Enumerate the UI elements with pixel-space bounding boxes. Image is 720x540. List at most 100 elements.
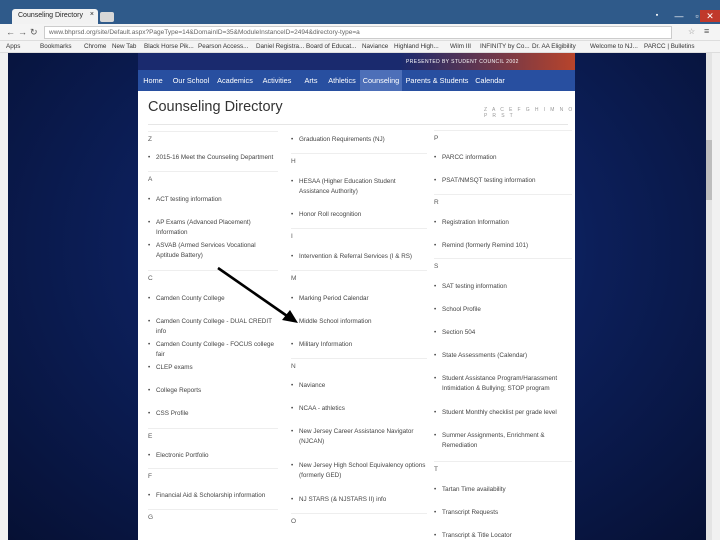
bookmark-item[interactable]: INFINITY by Co...: [480, 43, 530, 50]
menu-icon[interactable]: ≡: [704, 26, 709, 36]
directory-link[interactable]: • Marking Period Calendar: [291, 294, 427, 304]
section-divider: [291, 358, 427, 359]
nav-arts[interactable]: Arts: [298, 70, 324, 91]
bookmark-item[interactable]: Bookmarks: [40, 43, 72, 50]
directory-link[interactable]: • Section 504: [434, 328, 572, 338]
scrollbar-thumb[interactable]: [706, 140, 712, 200]
bookmark-star-icon[interactable]: ☆: [688, 27, 695, 36]
nav-home[interactable]: Home: [138, 70, 168, 91]
bullet-icon: •: [148, 318, 151, 325]
directory-link[interactable]: • ACT testing information: [148, 195, 278, 205]
nav-parents-students[interactable]: Parents & Students: [402, 70, 472, 91]
scrollbar[interactable]: [706, 53, 712, 540]
minimize-button[interactable]: —: [670, 10, 688, 22]
directory-link[interactable]: • SAT testing information: [434, 282, 572, 292]
directory-link-label: Student Assistance Program/Harassment In…: [442, 375, 558, 392]
bookmark-item[interactable]: Pearson Access...: [198, 43, 248, 50]
directory-link[interactable]: • State Assessments (Calendar): [434, 351, 572, 361]
bookmark-item[interactable]: Daniel Registra...: [256, 43, 304, 50]
directory-link[interactable]: • Military Information: [291, 340, 427, 350]
directory-link[interactable]: • Remind (formerly Remind 101): [434, 241, 572, 251]
nav-athletics[interactable]: Athletics: [324, 70, 360, 91]
directory-link[interactable]: • 2015-16 Meet the Counseling Department: [148, 153, 278, 163]
bullet-icon: •: [148, 154, 151, 161]
browser-tab-strip: Counseling Directory × ▪ — ▫ ✕: [0, 0, 720, 24]
section-letter: R: [434, 199, 439, 206]
bookmark-item[interactable]: Chrome: [84, 43, 106, 50]
directory-link-label: Tartan Time availability: [442, 486, 506, 493]
bookmark-item[interactable]: Welcome to NJ...: [590, 43, 638, 50]
bookmark-item[interactable]: New Tab: [112, 43, 136, 50]
nav-counseling[interactable]: Counseling: [360, 70, 402, 91]
directory-link[interactable]: • Electronic Portfolio: [148, 451, 278, 461]
directory-link[interactable]: • ASVAB (Armed Services Vocational Aptitu…: [148, 241, 278, 261]
directory-link[interactable]: • Student Assistance Program/Harassment I…: [434, 374, 572, 394]
bookmark-item[interactable]: Black Horse Pik...: [144, 43, 194, 50]
section-divider: [291, 228, 427, 229]
nav-activities[interactable]: Activities: [256, 70, 298, 91]
directory-link[interactable]: • New Jersey High School Equivalency opti…: [291, 461, 427, 481]
bookmark-item[interactable]: Wilm III: [450, 43, 471, 50]
bookmark-item[interactable]: Apps: [6, 43, 20, 50]
bullet-icon: •: [291, 178, 294, 185]
bullet-icon: •: [434, 154, 437, 161]
section-letter: I: [291, 233, 293, 240]
directory-link[interactable]: • AP Exams (Advanced Placement) Informati…: [148, 218, 278, 238]
directory-link[interactable]: • CLEP exams: [148, 363, 278, 373]
directory-link[interactable]: • Honor Roll recognition: [291, 210, 427, 220]
directory-link[interactable]: • School Profile: [434, 305, 572, 315]
bookmark-item[interactable]: Highland High...: [394, 43, 439, 50]
new-tab-button[interactable]: [100, 12, 114, 22]
bullet-icon: •: [148, 242, 151, 249]
bullet-icon: •: [434, 532, 437, 539]
left-gutter: [0, 53, 8, 540]
directory-link[interactable]: • Financial Aid & Scholarship information: [148, 491, 278, 501]
back-icon[interactable]: ←: [6, 27, 15, 37]
section-letter: F: [148, 473, 152, 480]
directory-link[interactable]: • NCAA - athletics: [291, 404, 427, 414]
directory-link[interactable]: • NJ STARS (& NJSTARS II) info: [291, 495, 427, 505]
directory-link[interactable]: • Transcript & Title Locator: [434, 531, 572, 540]
directory-link[interactable]: • Intervention & Referral Services (I & R…: [291, 252, 427, 262]
right-gutter: [712, 53, 720, 540]
bullet-icon: •: [291, 136, 294, 143]
alphabet-index[interactable]: Z A C E F G H I M N O P R S T: [484, 107, 575, 119]
tab-close-icon[interactable]: ×: [90, 11, 94, 18]
bookmark-item[interactable]: PARCC | Bulletins: [644, 43, 695, 50]
directory-link[interactable]: •Middle School information: [291, 317, 427, 327]
directory-link[interactable]: • Registration Information: [434, 218, 572, 228]
forward-icon[interactable]: →: [18, 27, 27, 37]
directory-link[interactable]: • College Reports: [148, 386, 278, 396]
directory-link[interactable]: • PARCC information: [434, 153, 572, 163]
bullet-icon: •: [291, 341, 294, 348]
close-window-button[interactable]: ✕: [700, 10, 720, 22]
directory-link[interactable]: • Naviance: [291, 381, 427, 391]
user-icon[interactable]: ▪: [650, 10, 664, 22]
directory-link[interactable]: • Graduation Requirements (NJ): [291, 135, 427, 145]
directory-link[interactable]: • New Jersey Career Assistance Navigator …: [291, 427, 427, 447]
bullet-icon: •: [148, 452, 151, 459]
nav-our-school[interactable]: Our School: [168, 70, 214, 91]
directory-link[interactable]: • Student Monthly checklist per grade lev…: [434, 408, 572, 418]
bullet-icon: •: [148, 341, 151, 348]
directory-link-label: Section 504: [442, 329, 476, 336]
directory-link[interactable]: • Summer Assignments, Enrichment & Remedi…: [434, 431, 572, 451]
bookmark-item[interactable]: Dr. AA Eligibility: [532, 43, 576, 50]
directory-link-label: Transcript & Title Locator: [442, 532, 512, 539]
directory-link[interactable]: • Tartan Time availability: [434, 485, 572, 495]
url-input[interactable]: www.bhprsd.org/site/Default.aspx?PageTyp…: [44, 26, 672, 39]
bookmark-item[interactable]: Board of Educat...: [306, 43, 356, 50]
bullet-icon: •: [434, 306, 437, 313]
browser-tab[interactable]: Counseling Directory ×: [12, 9, 98, 24]
nav-calendar[interactable]: Calendar: [472, 70, 508, 91]
reload-icon[interactable]: ↻: [30, 27, 38, 38]
directory-link[interactable]: • Transcript Requests: [434, 508, 572, 518]
bullet-icon: •: [148, 196, 151, 203]
nav-academics[interactable]: Academics: [214, 70, 256, 91]
directory-link[interactable]: • PSAT/NMSQT testing information: [434, 176, 572, 186]
section-letter: T: [434, 466, 438, 473]
directory-link[interactable]: • CSS Profile: [148, 409, 278, 419]
bookmark-item[interactable]: Naviance: [362, 43, 388, 50]
directory-link[interactable]: • HESAA (Higher Education Student Assista…: [291, 177, 427, 197]
directory-link[interactable]: • Camden County College - FOCUS college f…: [148, 340, 278, 360]
